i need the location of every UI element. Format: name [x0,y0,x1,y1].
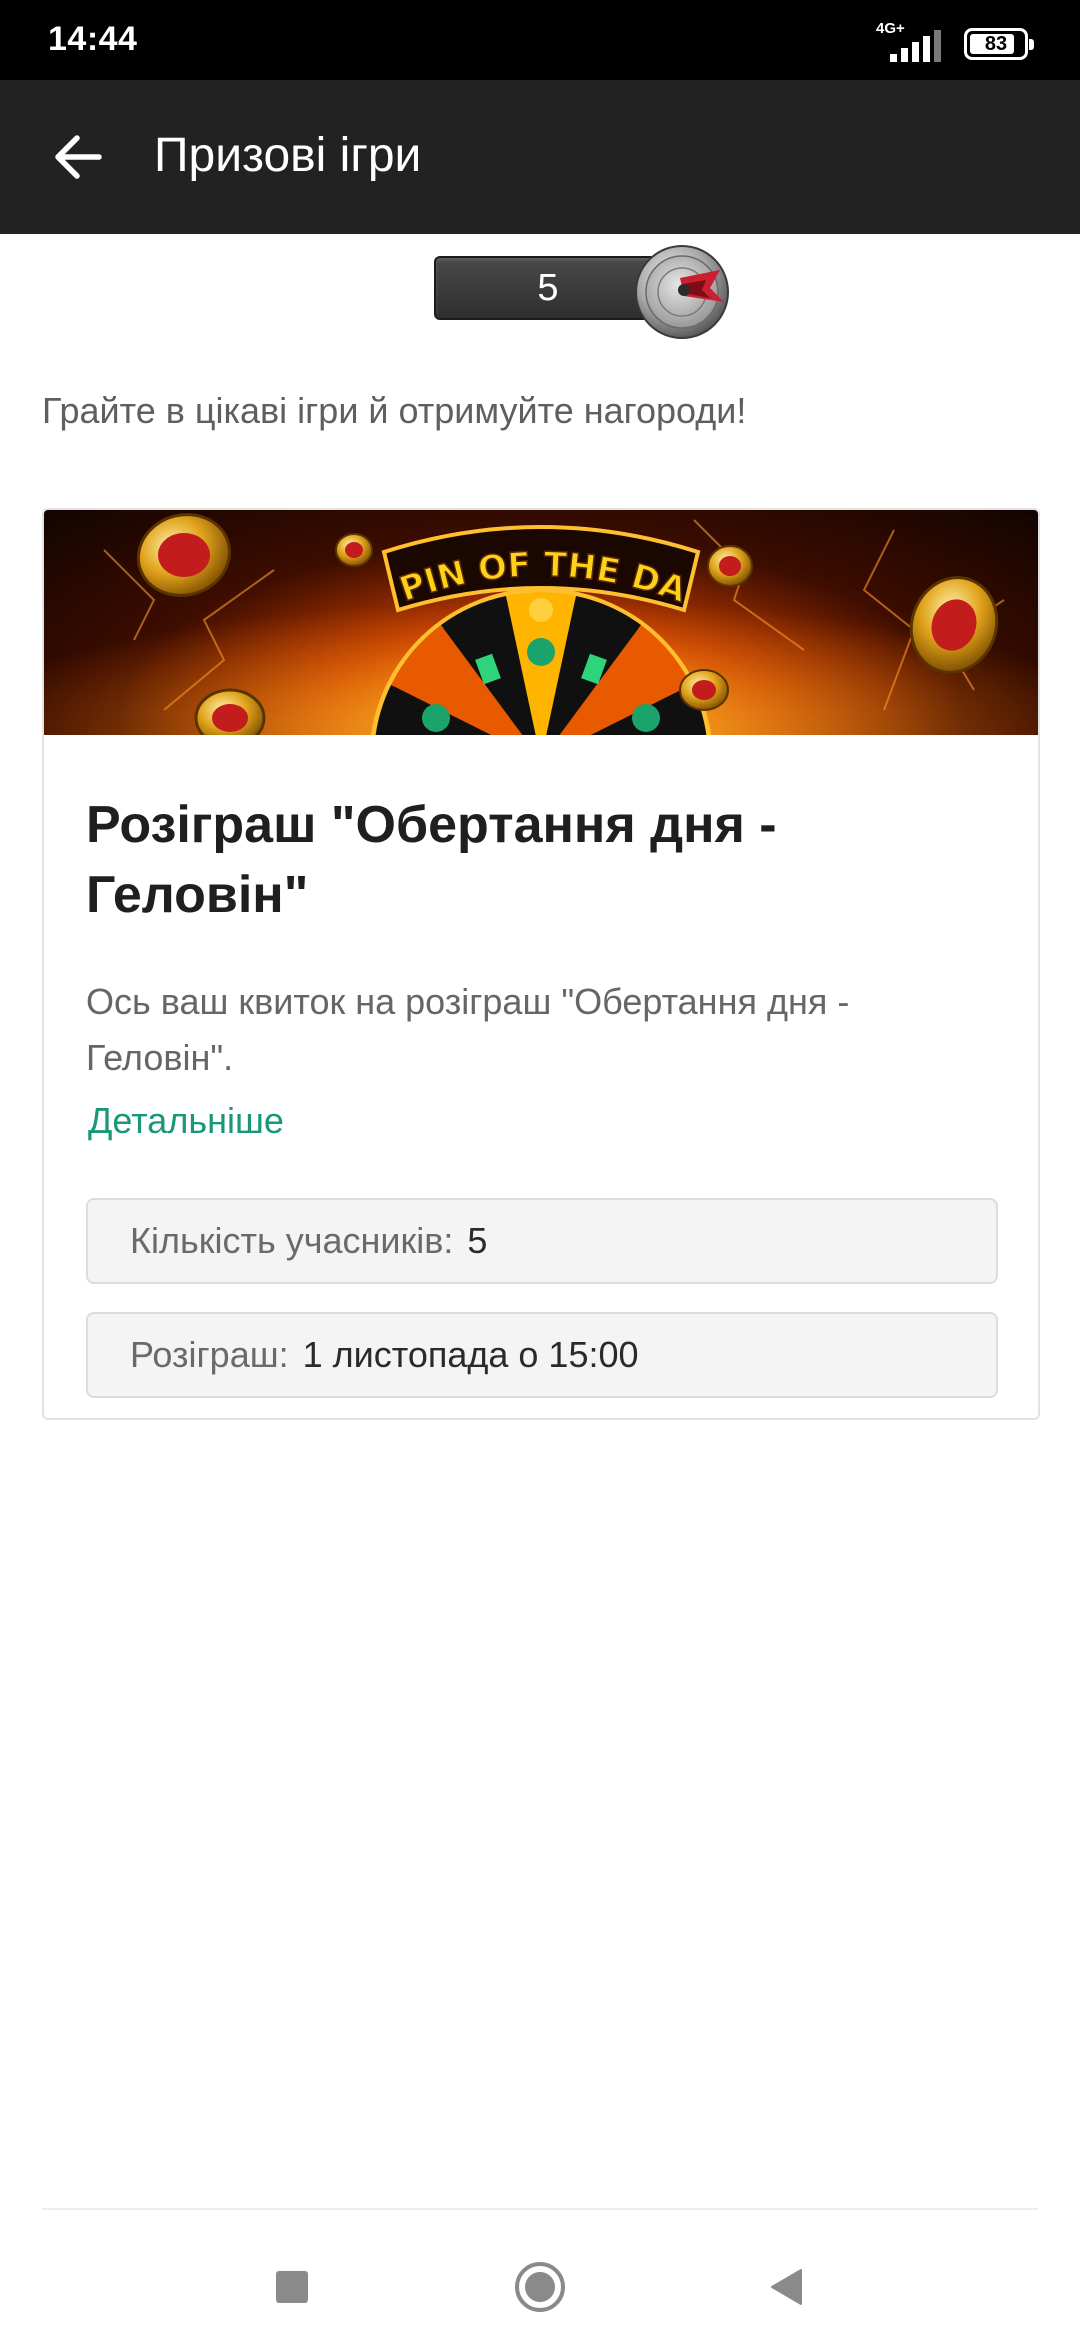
back-button[interactable] [38,117,118,197]
prize-game-card[interactable]: SPIN OF THE DAY Розіграш "Обертання дня … [42,508,1040,1420]
spin-of-the-day-banner: SPIN OF THE DAY [44,510,1038,735]
page-title: Призові ігри [154,129,422,182]
signal-icon: 4G+ [876,20,948,64]
recents-button[interactable] [257,2252,327,2322]
system-nav-bar [0,2210,1080,2340]
app-bar: Призові ігри [0,80,1080,234]
counter-value: 5 [537,267,559,309]
circle-icon [515,2262,565,2312]
banner-title: SPIN OF THE DAY [44,510,693,612]
card-description: Ось ваш квиток на розіграш "Обертання дн… [86,981,850,1078]
participants-row: Кількість учасників: 5 [86,1198,998,1284]
status-icons: 4G+ 83 [876,20,1034,64]
draw-label: Розіграш: [130,1334,289,1375]
details-link[interactable]: Детальніше [88,1100,284,1142]
ticket-counter: 5 [432,240,732,344]
card-title: Розіграш "Обертання дня - Геловін" [86,796,777,924]
dart-target-icon [635,245,729,339]
draw-value: 1 листопада о 15:00 [302,1334,639,1375]
participants-value: 5 [467,1220,488,1261]
svg-text:SPIN OF THE DAY: SPIN OF THE DAY [44,510,692,611]
intro-text: Грайте в цікаві ігри й отримуйте нагород… [42,390,747,431]
participants-label: Кількість учасників: [130,1220,454,1261]
draw-date-row: Розіграш: 1 листопада о 15:00 [86,1312,998,1398]
battery-level: 83 [984,32,1008,55]
status-bar: 14:44 4G+ 83 [0,0,1080,80]
arrow-left-icon [55,135,102,179]
battery-icon: 83 [964,28,1034,60]
triangle-back-icon [771,2269,802,2305]
status-time: 14:44 [48,20,138,58]
nav-back-button[interactable] [752,2252,822,2322]
square-icon [276,2271,308,2303]
home-button[interactable] [505,2252,575,2322]
